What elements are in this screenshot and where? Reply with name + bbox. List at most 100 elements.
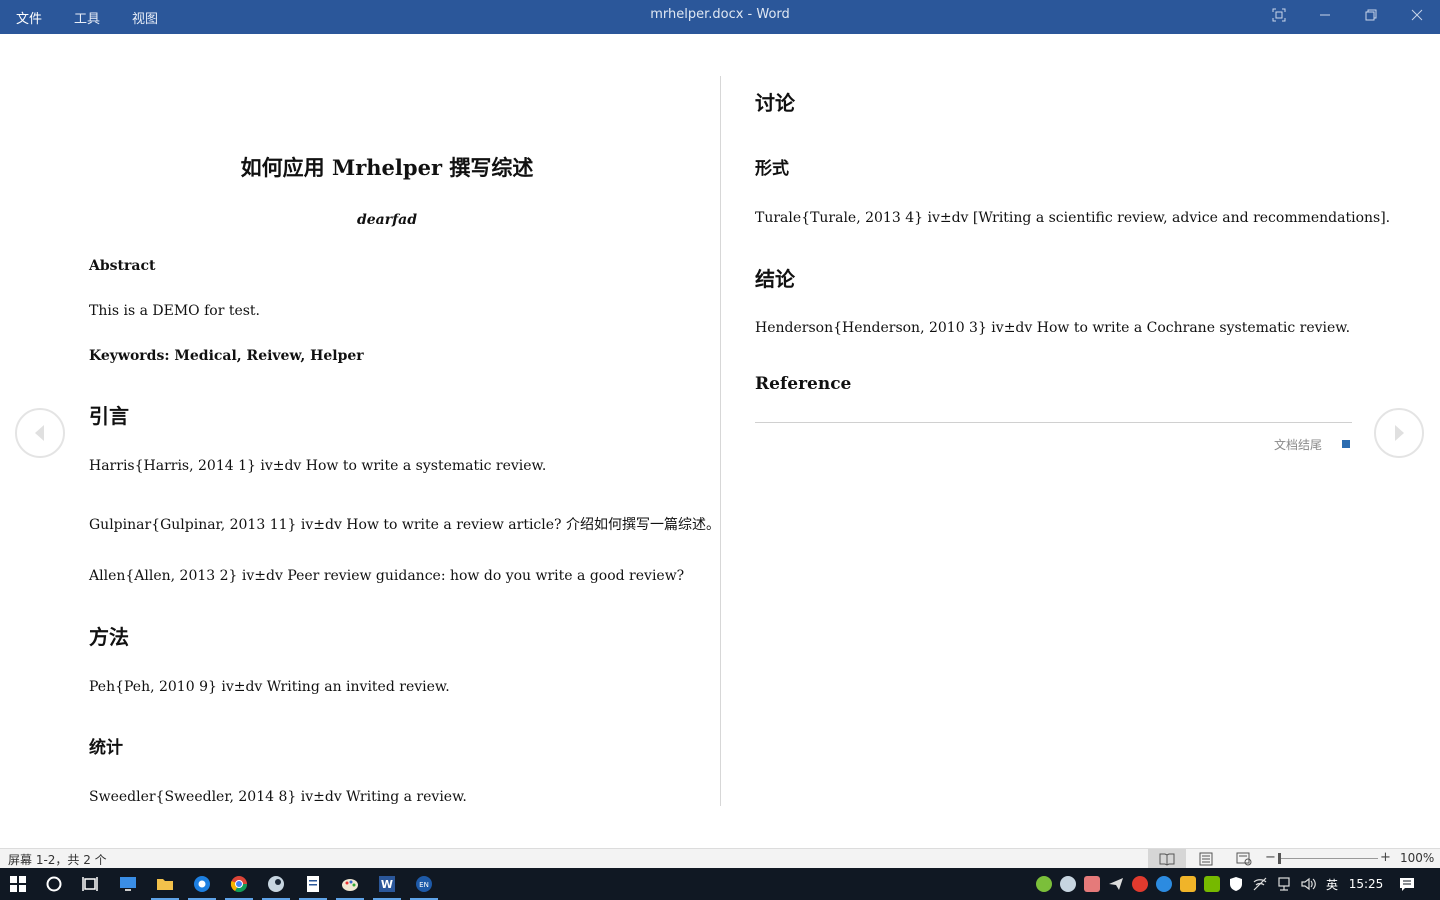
notification-icon: [1400, 878, 1414, 891]
heading-methods: 方法: [89, 625, 129, 649]
zoom-in-button[interactable]: +: [1380, 850, 1391, 865]
document-author: dearfad: [356, 212, 418, 228]
tray-steam-icon: [1060, 876, 1076, 892]
heading-format: 形式: [755, 159, 789, 179]
restore-button[interactable]: [1348, 0, 1394, 30]
tray-sync-icon: [1156, 876, 1172, 892]
tray-shield-icon: [1180, 876, 1196, 892]
window-controls: [1256, 0, 1440, 34]
reference-paragraph: Henderson{Henderson, 2010 3} iv±dv How t…: [755, 320, 1351, 336]
language-icon: EN: [416, 876, 432, 892]
action-center-button[interactable]: [1394, 868, 1420, 900]
taskbar-app-paint[interactable]: [332, 868, 368, 900]
taskbar-app-file-explorer[interactable]: [147, 868, 183, 900]
taskbar-app-document[interactable]: [295, 868, 331, 900]
taskbar-app-chrome[interactable]: [221, 868, 257, 900]
monitor-icon: [120, 877, 136, 891]
end-of-document-marker: [1342, 440, 1350, 448]
tray-app-6[interactable]: [1154, 868, 1174, 900]
start-button[interactable]: [0, 868, 36, 900]
steam-icon: [268, 876, 284, 892]
previous-screen-button[interactable]: [15, 408, 65, 458]
tray-app-5[interactable]: [1130, 868, 1150, 900]
tray-app-7[interactable]: [1178, 868, 1198, 900]
heading-conclusion: 结论: [755, 267, 795, 291]
zoom-out-button[interactable]: −: [1265, 850, 1276, 865]
chevron-left-icon: [35, 425, 44, 441]
menu-file[interactable]: 文件: [0, 3, 58, 31]
ethernet-icon: [1278, 877, 1290, 891]
minimize-button[interactable]: [1302, 0, 1348, 30]
input-method-indicator[interactable]: 英: [1322, 868, 1342, 900]
tray-volume[interactable]: [1298, 868, 1318, 900]
taskbar: W EN 英 15:25: [0, 868, 1440, 900]
taskbar-app-browser[interactable]: [184, 868, 220, 900]
windows-logo-icon: [10, 876, 26, 892]
web-layout-button[interactable]: [1225, 849, 1263, 868]
zoom-level[interactable]: 100%: [1400, 851, 1434, 865]
reference-paragraph: Peh{Peh, 2010 9} iv±dv Writing an invite…: [89, 679, 450, 695]
heading-stats: 统计: [89, 738, 123, 758]
menu-tools[interactable]: 工具: [58, 3, 116, 31]
tray-app-8[interactable]: [1202, 868, 1222, 900]
send-icon: [1109, 878, 1123, 890]
menu-view[interactable]: 视图: [116, 3, 174, 31]
defender-shield-icon: [1230, 877, 1242, 891]
tray-app-3[interactable]: [1082, 868, 1102, 900]
tray-green-check-icon: [1036, 876, 1052, 892]
zoom-slider[interactable]: [1278, 858, 1378, 859]
task-view-icon: [82, 877, 98, 891]
tray-app-9[interactable]: [1226, 868, 1246, 900]
web-layout-icon: [1236, 852, 1252, 865]
word-icon: W: [379, 876, 395, 892]
close-icon: [1411, 9, 1423, 21]
palette-icon: [342, 879, 358, 891]
reference-paragraph: Turale{Turale, 2013 4} iv±dv [Writing a …: [755, 210, 1391, 226]
document-title: 如何应用 Mrhelper 撰写综述: [240, 155, 534, 180]
search-button[interactable]: [36, 868, 72, 900]
window-title: mrhelper.docx - Word: [650, 7, 790, 22]
zoom-slider-thumb[interactable]: [1278, 853, 1281, 864]
minimize-icon: [1320, 14, 1330, 16]
tray-app-4[interactable]: [1106, 868, 1126, 900]
tray-red-app-icon: [1084, 876, 1100, 892]
menu-bar: 文件 工具 视图: [0, 0, 174, 34]
tray-app-2[interactable]: [1058, 868, 1078, 900]
fullscreen-toggle-button[interactable]: [1256, 0, 1302, 30]
taskbar-app-remote-desktop[interactable]: [110, 868, 146, 900]
read-mode-button[interactable]: [1148, 849, 1186, 868]
end-of-document-label: 文档结尾: [1273, 438, 1322, 452]
close-button[interactable]: [1394, 0, 1440, 30]
end-of-document-line: [755, 422, 1352, 423]
fullscreen-icon: [1272, 8, 1286, 22]
restore-icon: [1365, 9, 1377, 21]
task-view-button[interactable]: [72, 868, 108, 900]
svg-text:W: W: [381, 878, 393, 891]
heading-discussion: 讨论: [755, 91, 795, 115]
next-screen-button[interactable]: [1374, 408, 1424, 458]
taskbar-app-word[interactable]: W: [369, 868, 405, 900]
abstract-text: This is a DEMO for test.: [89, 303, 261, 319]
chrome-icon: [230, 876, 248, 893]
reference-paragraph: Allen{Allen, 2013 2} iv±dv Peer review g…: [89, 568, 685, 584]
tray-app-1[interactable]: [1034, 868, 1054, 900]
tray-network[interactable]: [1274, 868, 1294, 900]
book-icon: [1159, 853, 1175, 866]
abstract-heading: Abstract: [89, 258, 156, 274]
keywords: Keywords: Medical, Reivew, Helper: [89, 348, 364, 364]
network-off-icon: [1253, 877, 1267, 891]
reference-paragraph: Harris{Harris, 2014 1} iv±dv How to writ…: [89, 458, 547, 474]
clock[interactable]: 15:25: [1344, 868, 1388, 900]
folder-icon: [157, 879, 173, 890]
reading-view[interactable]: 如何应用 Mrhelper 撰写综述 dearfad Abstract This…: [0, 34, 1440, 848]
speaker-icon: [1301, 877, 1316, 891]
reference-paragraph: Sweedler{Sweedler, 2014 8} iv±dv Writing…: [89, 789, 467, 805]
taskbar-app-en-input[interactable]: EN: [406, 868, 442, 900]
tray-weibo-icon: [1132, 876, 1148, 892]
svg-text:EN: EN: [419, 881, 429, 889]
page-icon: [1199, 852, 1213, 865]
taskbar-app-steam[interactable]: [258, 868, 294, 900]
chevron-right-icon: [1395, 425, 1404, 441]
print-layout-button[interactable]: [1187, 849, 1225, 868]
tray-app-10[interactable]: [1250, 868, 1270, 900]
